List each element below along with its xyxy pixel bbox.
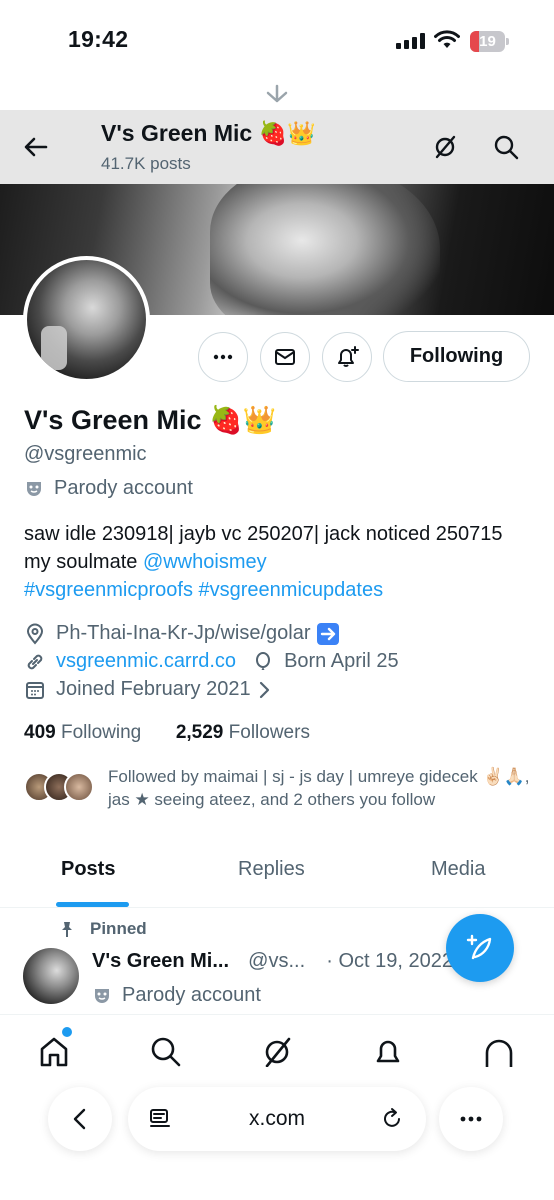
parody-label-row: Parody account	[24, 477, 193, 500]
joined-row[interactable]: Joined February 2021	[24, 678, 271, 701]
pull-down-arrow-icon	[266, 84, 288, 103]
status-bar: 19:42 19	[0, 0, 554, 103]
bio-hashtags[interactable]: #vsgreenmicproofs #vsgreenmicupdates	[24, 579, 383, 601]
header-title: V's Green Mic 🍓👑	[101, 120, 316, 146]
status-time: 19:42	[68, 26, 129, 52]
bio-mention-link[interactable]: @wwhoismey	[143, 551, 267, 573]
balloon-icon	[256, 651, 271, 670]
parody-label: Parody account	[54, 477, 193, 499]
wifi-icon	[434, 30, 460, 48]
compose-post-button[interactable]	[446, 914, 514, 982]
home-notification-dot	[62, 1027, 72, 1037]
battery-level: 19	[479, 33, 496, 50]
search-icon[interactable]	[492, 133, 520, 161]
following-count-link[interactable]: 409 Following	[24, 722, 141, 743]
followers-count-link[interactable]: 2,529 Followers	[176, 722, 310, 743]
mail-icon	[275, 349, 295, 365]
home-icon[interactable]	[38, 1035, 70, 1067]
compose-icon	[466, 934, 492, 960]
back-arrow-icon[interactable]	[22, 133, 50, 161]
website-link[interactable]: vsgreenmic.carrd.co	[56, 650, 236, 673]
active-tab-indicator	[56, 902, 129, 907]
followers-label: Followers	[228, 722, 310, 743]
bell-plus-icon	[338, 346, 359, 367]
profile-avatar[interactable]	[23, 256, 150, 383]
explore-search-icon[interactable]	[149, 1035, 181, 1067]
browser-toolbar: x.com	[0, 1080, 554, 1200]
post-parody-label: Parody account	[122, 984, 261, 1006]
link-icon	[27, 654, 43, 669]
following-button[interactable]: Following	[383, 331, 530, 382]
messages-icon[interactable]	[483, 1035, 515, 1067]
tab-posts[interactable]: Posts	[61, 858, 115, 881]
post-parody-row: Parody account	[92, 984, 261, 1007]
followed-by-text: Followed by maimai | sj - js day | umrey…	[108, 767, 530, 809]
notify-button[interactable]	[322, 332, 372, 382]
joined-text: Joined February 2021	[56, 678, 251, 700]
followers-count: 2,529	[175, 722, 224, 743]
arrow-right-emoji-icon	[316, 622, 339, 645]
profile-tabs: Posts Replies Media	[0, 846, 554, 908]
more-icon	[213, 354, 233, 360]
chevron-left-icon	[73, 1108, 86, 1130]
profile-bio: saw idle 230918| jayb vc 250207| jack no…	[24, 520, 534, 604]
profile-handle: @vsgreenmic	[24, 443, 147, 465]
follow-counts: 409 Following 2,529 Followers	[24, 722, 310, 744]
tab-replies[interactable]: Replies	[238, 858, 305, 881]
address-bar[interactable]: x.com	[128, 1087, 426, 1151]
reload-icon[interactable]	[380, 1107, 404, 1131]
more-icon	[460, 1116, 482, 1122]
battery-indicator: 19	[470, 31, 510, 52]
browser-back-button[interactable]	[48, 1087, 112, 1151]
birthday-text: Born April 25	[284, 650, 399, 672]
notifications-icon[interactable]	[372, 1035, 404, 1067]
post-date[interactable]: · Oct 19, 2022	[326, 950, 453, 972]
followed-by-row[interactable]: Followed by maimai | sj - js day | umrey…	[24, 763, 534, 813]
mask-icon	[95, 988, 109, 1003]
pinned-indicator: Pinned	[60, 919, 147, 939]
message-button[interactable]	[260, 332, 310, 382]
post-author-handle[interactable]: @vs...	[248, 950, 305, 972]
following-count: 409	[24, 722, 56, 743]
post-header: V's Green Mi... @vs... · Oct 19, 2022	[92, 950, 453, 973]
header-posts-count: 41.7K posts	[101, 154, 191, 173]
chevron-right-icon	[259, 681, 269, 698]
location-row: Ph-Thai-Ina-Kr-Jp/wise/golar	[24, 622, 339, 645]
website-birthday-row: vsgreenmic.carrd.co Born April 25	[24, 650, 399, 673]
mask-icon	[27, 481, 41, 496]
follower-avatar	[64, 772, 94, 802]
post-author-avatar[interactable]	[23, 948, 79, 1004]
pin-icon	[62, 922, 72, 937]
location-text: Ph-Thai-Ina-Kr-Jp/wise/golar	[56, 622, 311, 644]
browser-more-button[interactable]	[439, 1087, 503, 1151]
cellular-signal-icon	[396, 33, 426, 49]
profile-name: V's Green Mic 🍓👑	[24, 405, 277, 435]
sticky-header: V's Green Mic 🍓👑 41.7K posts	[0, 110, 554, 184]
calendar-icon	[26, 681, 44, 699]
location-icon	[26, 623, 44, 645]
pinned-label: Pinned	[90, 919, 147, 938]
grok-icon[interactable]	[431, 133, 459, 161]
more-options-button[interactable]	[198, 332, 248, 382]
tab-media[interactable]: Media	[431, 858, 485, 881]
grok-nav-icon[interactable]	[261, 1035, 293, 1067]
following-label: Following	[60, 722, 142, 743]
post-author-name[interactable]: V's Green Mi...	[92, 950, 229, 972]
